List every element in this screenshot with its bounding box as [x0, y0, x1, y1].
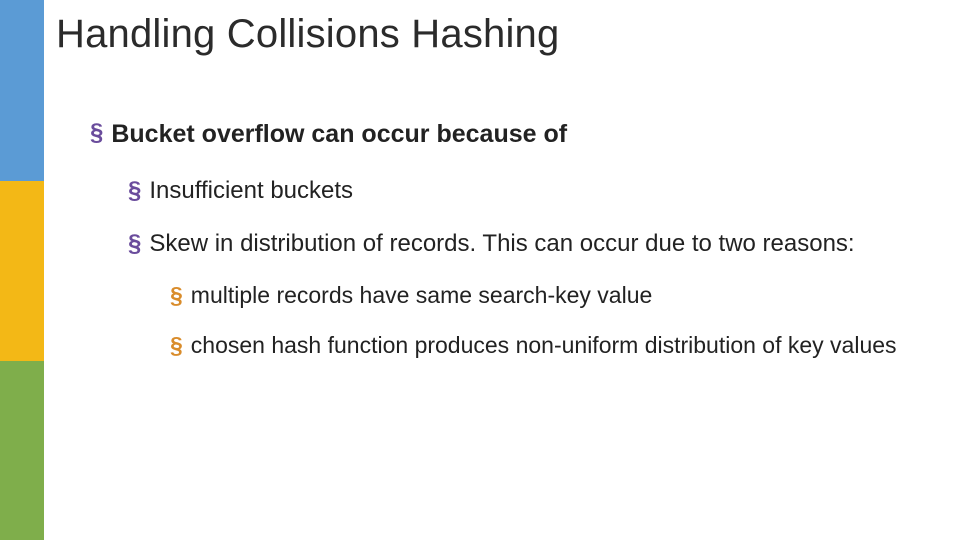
slide-title: Handling Collisions Hashing	[56, 12, 559, 57]
slide: Handling Collisions Hashing § Bucket ove…	[0, 0, 960, 540]
bullet-level2: § Insufficient buckets	[128, 176, 920, 207]
sidebar-segment-blue	[0, 0, 44, 181]
bullet-text: Skew in distribution of records. This ca…	[149, 229, 854, 260]
bullet-level2: § Skew in distribution of records. This …	[128, 229, 920, 260]
bullet-level3: § multiple records have same search-key …	[170, 281, 920, 310]
bullet-level3: § chosen hash function produces non-unif…	[170, 331, 920, 360]
section-sign-icon: §	[90, 118, 103, 148]
section-sign-icon: §	[170, 331, 183, 360]
bullet-text: multiple records have same search-key va…	[191, 281, 652, 310]
bullet-text: Insufficient buckets	[149, 176, 353, 207]
sidebar-segment-yellow	[0, 181, 44, 361]
sidebar-accent	[0, 0, 44, 540]
slide-content: § Bucket overflow can occur because of §…	[90, 118, 920, 380]
section-sign-icon: §	[170, 281, 183, 310]
bullet-text: Bucket overflow can occur because of	[111, 118, 567, 150]
section-sign-icon: §	[128, 229, 141, 259]
bullet-level1: § Bucket overflow can occur because of	[90, 118, 920, 150]
bullet-text: chosen hash function produces non-unifor…	[191, 331, 897, 360]
section-sign-icon: §	[128, 176, 141, 206]
sidebar-segment-green	[0, 361, 44, 540]
